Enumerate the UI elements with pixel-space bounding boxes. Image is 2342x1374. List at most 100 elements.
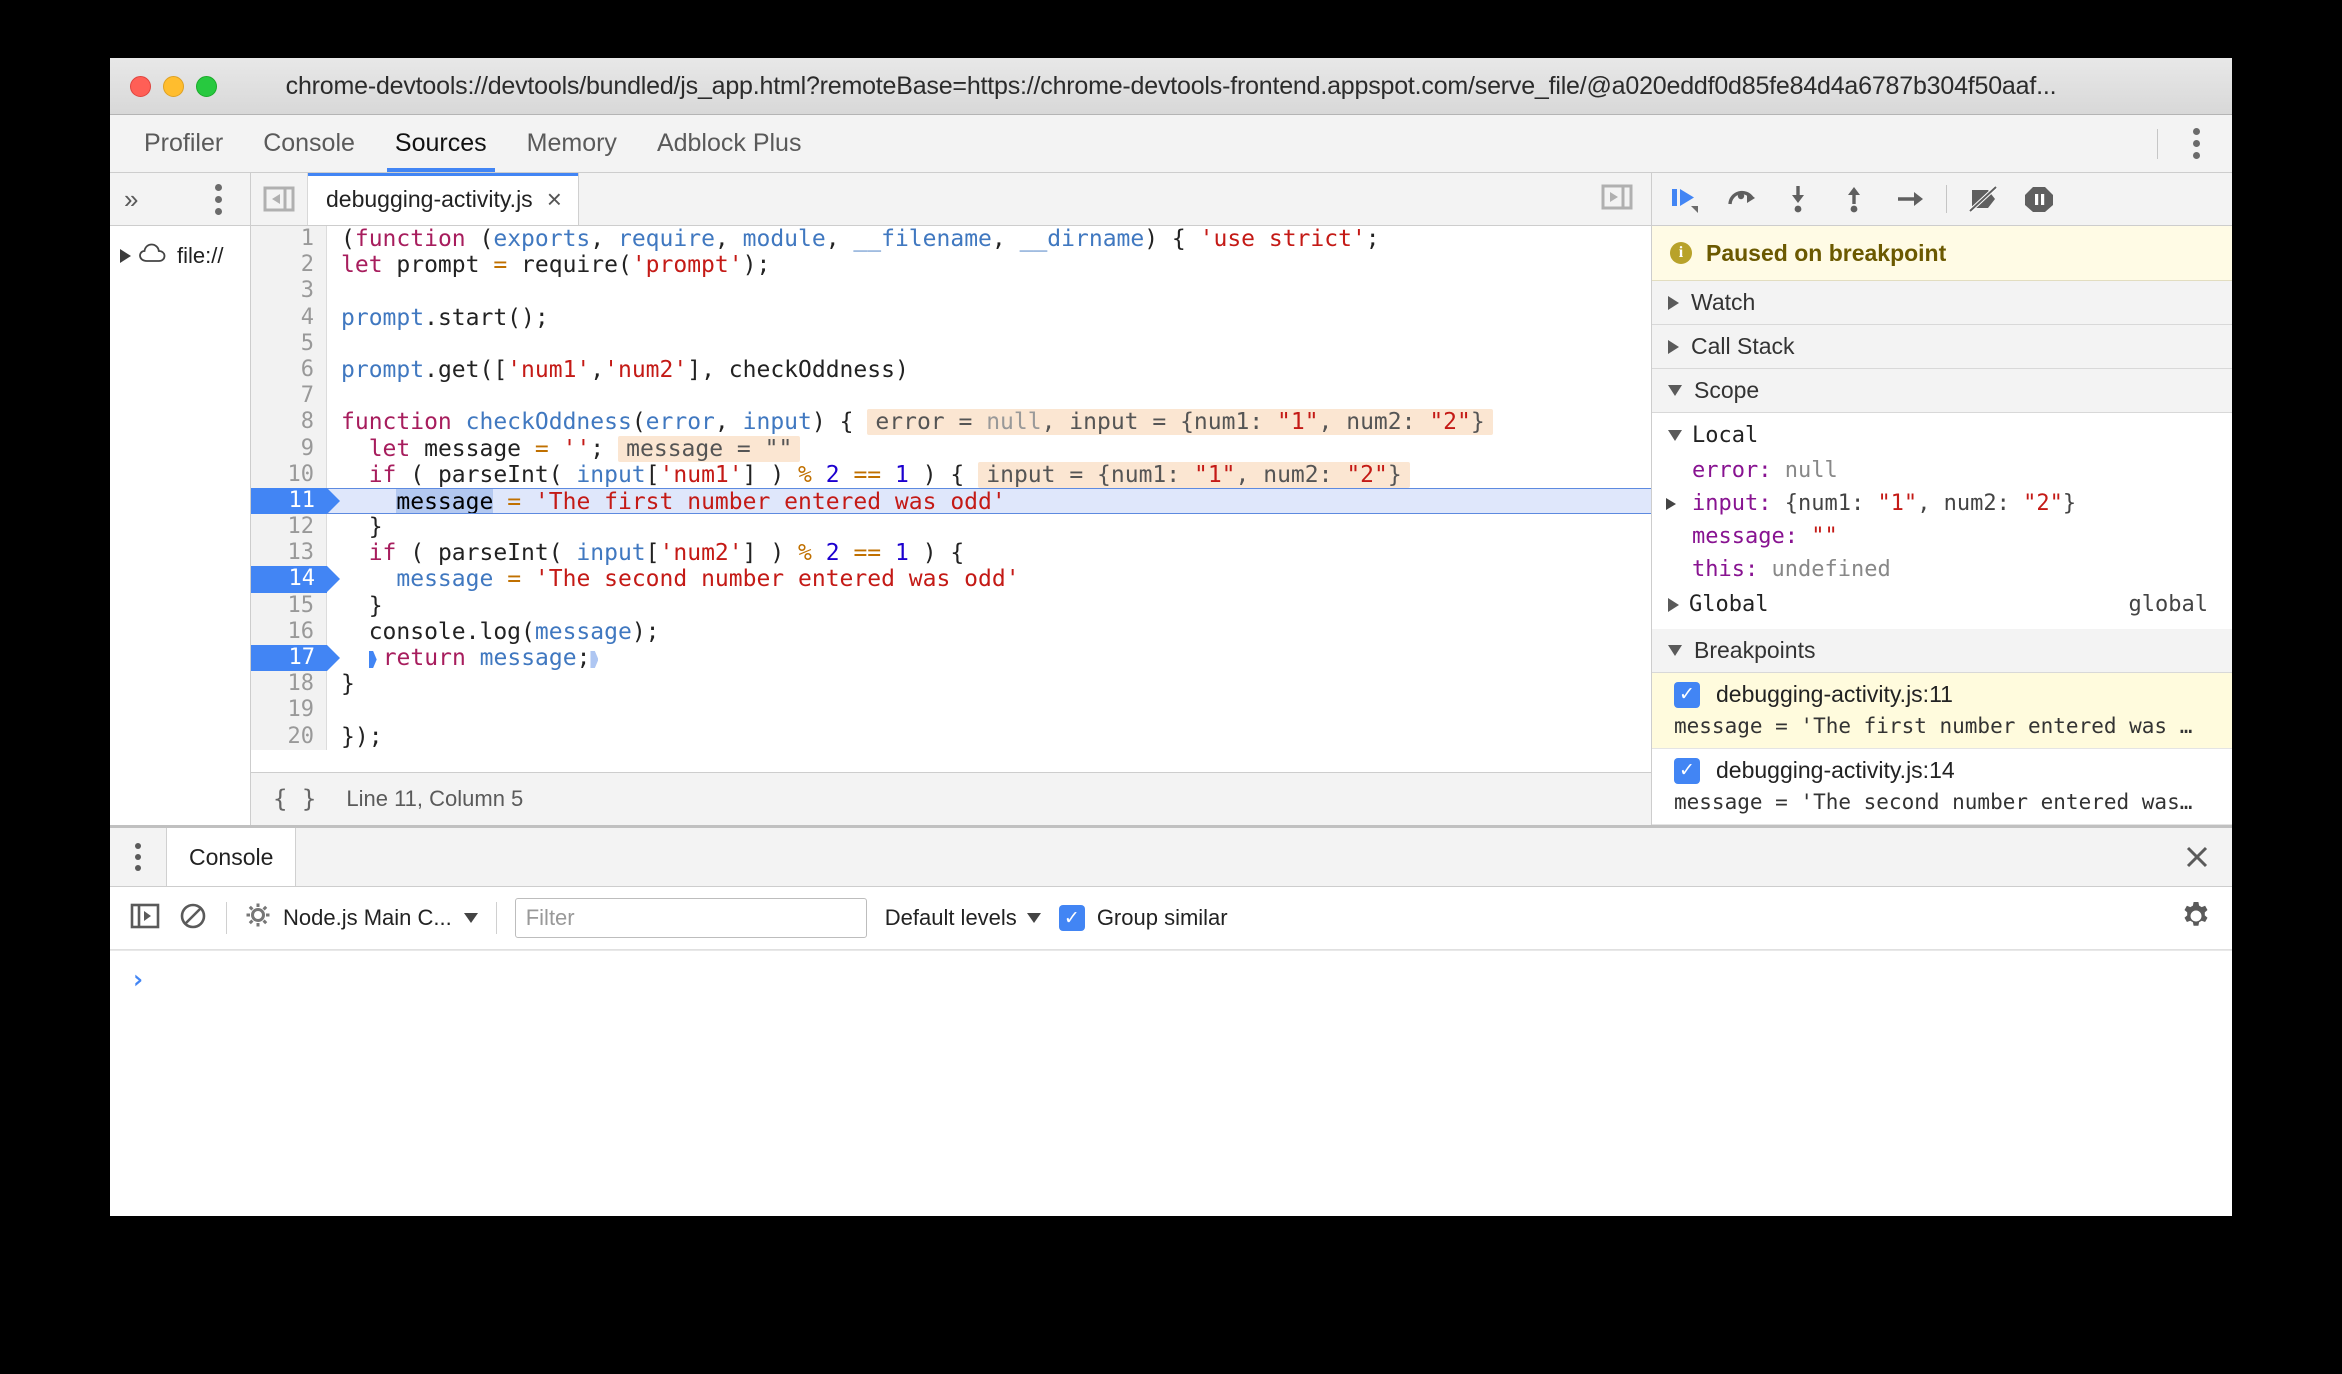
line-number[interactable]: 20 (251, 723, 327, 750)
code-line[interactable]: 16 console.log(message); (251, 618, 1651, 645)
line-number[interactable]: 10 (251, 461, 327, 488)
code-line[interactable]: 17 return message; (251, 645, 1651, 672)
line-number[interactable]: 18 (251, 671, 327, 698)
line-number[interactable]: 16 (251, 618, 327, 645)
show-debugger-sidebar-icon[interactable] (1601, 183, 1633, 216)
line-number[interactable]: 11 (251, 487, 340, 515)
code-line[interactable]: 5 (251, 330, 1651, 357)
section-breakpoints[interactable]: Breakpoints (1652, 629, 2232, 673)
tab-profiler[interactable]: Profiler (124, 115, 243, 172)
console-output-area[interactable]: › (110, 950, 2232, 1216)
editor-tab-debugging-activity[interactable]: debugging-activity.js × (308, 173, 579, 225)
chevron-right-icon[interactable] (1666, 497, 1676, 510)
drawer-menu-icon[interactable] (110, 828, 166, 886)
line-number[interactable]: 9 (251, 435, 327, 462)
group-similar-toggle[interactable]: ✓ Group similar (1058, 905, 1228, 931)
code-line-text[interactable]: } (327, 671, 1651, 697)
code-line[interactable]: 2 let prompt = require('prompt'); (251, 252, 1651, 279)
code-line[interactable]: 6 prompt.get(['num1','num2'], checkOddnes… (251, 356, 1651, 384)
code-line[interactable]: 7 (251, 383, 1651, 410)
scope-local-header[interactable]: Local (1652, 417, 2232, 454)
line-number[interactable]: 7 (251, 383, 327, 410)
code-line[interactable]: 10 if ( parseInt( input['num1'] ) % 2 ==… (251, 461, 1651, 488)
code-line-text[interactable] (327, 278, 1651, 304)
step-icon[interactable] (1890, 179, 1930, 219)
section-scope[interactable]: Scope (1652, 369, 2232, 413)
breakpoint-item[interactable]: ✓ debugging-activity.js:14 message = 'The … (1652, 749, 2232, 825)
code-line[interactable]: 4 prompt.start(); (251, 304, 1651, 331)
code-line-text[interactable]: if ( parseInt( input['num2'] ) % 2 == 1 … (327, 540, 1651, 566)
step-over-next-function-call-icon[interactable] (1722, 179, 1762, 219)
deactivate-breakpoints-icon[interactable] (1963, 179, 2003, 219)
breakpoint-checkbox[interactable]: ✓ (1674, 757, 1700, 784)
code-line-text[interactable]: }); (327, 724, 1651, 750)
code-line-text[interactable]: } (327, 514, 1651, 540)
pretty-print-icon[interactable]: { } (273, 785, 316, 813)
line-number[interactable]: 5 (251, 330, 327, 357)
code-line[interactable]: 13 if ( parseInt( input['num2'] ) % 2 ==… (251, 540, 1651, 567)
line-number[interactable]: 1 (251, 226, 327, 253)
maximize-window-button[interactable] (196, 75, 217, 97)
continue-to-here-marker-icon[interactable] (369, 649, 383, 669)
scope-variable-row[interactable]: input: {num1: "1", num2: "2"} (1652, 487, 2232, 520)
code-line[interactable]: 8 function checkOddness(error, input) {er… (251, 409, 1651, 436)
file-tree-item-file[interactable]: file:// (110, 240, 250, 272)
code-line[interactable]: 15 } (251, 592, 1651, 619)
continue-to-here-marker-icon[interactable] (590, 649, 604, 669)
code-line-text[interactable]: return message; (327, 645, 1651, 671)
line-number[interactable]: 3 (251, 278, 327, 305)
line-number[interactable]: 13 (251, 540, 327, 567)
console-context-selector[interactable]: Node.js Main C... (245, 902, 478, 934)
code-line[interactable]: 3 (251, 278, 1651, 305)
code-line-text[interactable]: if ( parseInt( input['num1'] ) % 2 == 1 … (327, 461, 1651, 488)
console-filter-input[interactable]: Filter (514, 898, 867, 938)
code-line-text[interactable]: prompt.get(['num1','num2'], checkOddness… (327, 357, 1651, 383)
navigator-menu-icon[interactable] (200, 179, 236, 219)
close-icon[interactable]: × (547, 186, 562, 212)
console-levels-selector[interactable]: Default levels (885, 905, 1041, 931)
clear-console-icon[interactable] (178, 901, 208, 936)
code-line-text[interactable]: console.log(message); (327, 619, 1651, 645)
line-number[interactable]: 19 (251, 697, 327, 724)
code-line-text[interactable]: prompt.start(); (327, 305, 1651, 331)
line-number[interactable]: 15 (251, 592, 327, 619)
code-line-text[interactable] (327, 331, 1651, 357)
line-number[interactable]: 6 (251, 356, 327, 384)
devtools-main-menu-icon[interactable] (2178, 124, 2214, 164)
code-line-text[interactable]: let message = ''; message = "" (327, 435, 1651, 462)
line-number[interactable]: 12 (251, 514, 327, 541)
code-line[interactable]: 1 (function (exports, require, module, __… (251, 226, 1651, 253)
tab-adblock-plus[interactable]: Adblock Plus (637, 115, 822, 172)
scope-variable-row[interactable]: error: null (1652, 454, 2232, 487)
close-window-button[interactable] (130, 75, 151, 97)
code-line[interactable]: 14 message = 'The second number entered … (251, 566, 1651, 593)
code-editor[interactable]: 1 (function (exports, require, module, __… (251, 226, 1651, 772)
code-line[interactable]: 12 } (251, 514, 1651, 541)
breakpoint-item[interactable]: ✓ debugging-activity.js:11 message = 'The … (1652, 673, 2232, 749)
code-line-text[interactable]: message = 'The first number entered was … (327, 487, 1651, 515)
pause-on-exceptions-icon[interactable] (2019, 179, 2059, 219)
tab-sources[interactable]: Sources (375, 115, 507, 172)
line-number[interactable]: 2 (251, 252, 327, 279)
code-line[interactable]: 9 let message = ''; message = "" (251, 435, 1651, 462)
scope-variable-row[interactable]: message: "" (1652, 520, 2232, 553)
code-line-text[interactable]: } (327, 593, 1651, 619)
code-line-text[interactable]: let prompt = require('prompt'); (327, 252, 1651, 278)
console-sidebar-toggle-icon[interactable] (130, 902, 160, 935)
line-number[interactable]: 14 (251, 566, 340, 593)
minimize-window-button[interactable] (163, 75, 184, 97)
code-line-text[interactable] (327, 383, 1651, 409)
code-line-text[interactable]: (function (exports, require, module, __f… (327, 226, 1651, 252)
step-out-of-current-function-icon[interactable] (1834, 179, 1874, 219)
code-line-text[interactable] (327, 697, 1651, 723)
section-watch[interactable]: Watch (1652, 281, 2232, 325)
code-line[interactable]: 11 message = 'The first number entered w… (251, 487, 1651, 515)
console-settings-icon[interactable] (2180, 900, 2212, 937)
drawer-tab-console[interactable]: Console (166, 828, 297, 886)
tab-console[interactable]: Console (243, 115, 375, 172)
scope-variable-row[interactable]: this: undefined (1652, 553, 2232, 586)
code-line[interactable]: 19 (251, 697, 1651, 724)
resume-script-execution-icon[interactable] (1666, 179, 1706, 219)
group-similar-checkbox[interactable]: ✓ (1058, 905, 1085, 931)
step-into-next-function-call-icon[interactable] (1778, 179, 1818, 219)
